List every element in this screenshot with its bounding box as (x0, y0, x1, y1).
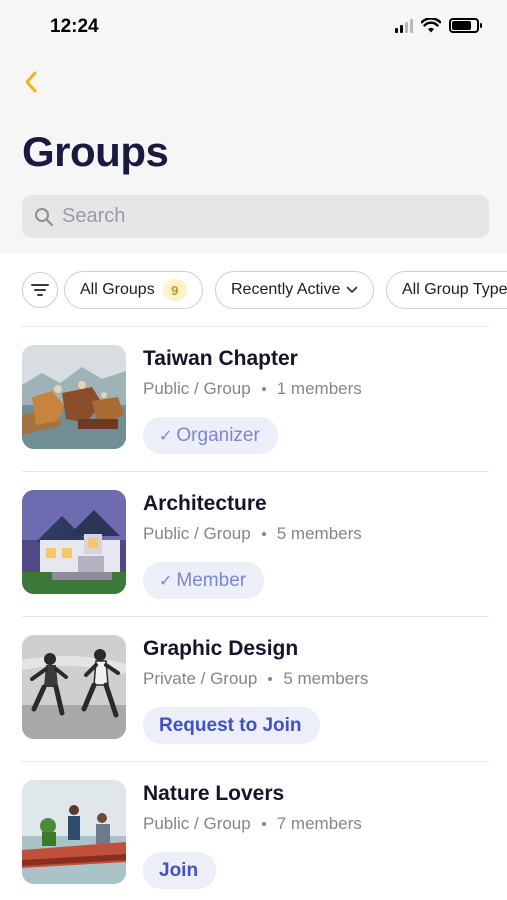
filter-icon (31, 284, 49, 296)
count-badge: 9 (162, 279, 187, 301)
group-thumbnail (22, 490, 126, 594)
cellular-signal-icon (395, 18, 413, 33)
search-input[interactable] (62, 205, 482, 228)
filter-row: All Groups 9 Recently Active All Group T… (22, 271, 507, 311)
group-visibility: Public / Group (143, 524, 251, 543)
chevron-down-icon (346, 286, 358, 294)
chip-all-group-types[interactable]: All Group Types (386, 271, 507, 309)
page-title: Groups (22, 128, 169, 175)
group-meta: Public / Group 7 members (143, 814, 362, 834)
wifi-icon (421, 18, 441, 33)
filter-button[interactable] (22, 272, 58, 308)
role-label: Organizer (176, 424, 260, 446)
divider (22, 616, 489, 617)
chip-label: Recently Active (231, 281, 341, 298)
group-thumbnail (22, 635, 126, 739)
chip-label: All Groups (80, 281, 155, 298)
group-member-count: 7 members (276, 814, 362, 833)
status-icons (395, 18, 482, 33)
group-row-nature-lovers[interactable]: Nature Lovers Public / Group 7 members J… (22, 780, 489, 900)
role-badge-organizer[interactable]: ✓ Organizer (143, 417, 278, 454)
divider (22, 471, 489, 472)
chip-label: All Group Types (402, 281, 507, 298)
group-member-count: 1 members (276, 379, 362, 398)
group-row-graphic-design[interactable]: Graphic Design Private / Group 5 members… (22, 635, 489, 760)
role-label: Member (176, 569, 247, 591)
group-visibility: Public / Group (143, 379, 251, 398)
group-name: Nature Lovers (143, 782, 285, 805)
group-visibility: Private / Group (143, 669, 258, 688)
divider (22, 326, 489, 327)
search-icon (35, 207, 54, 226)
group-thumbnail (22, 345, 126, 449)
separator-dot (261, 822, 266, 826)
request-to-join-button[interactable]: Request to Join (143, 707, 320, 744)
status-bar: 12:24 (0, 0, 507, 56)
group-thumbnail (22, 780, 126, 884)
check-icon: ✓ (159, 572, 173, 590)
group-meta: Private / Group 5 members (143, 669, 368, 689)
back-button[interactable] (16, 66, 46, 98)
separator-dot (261, 387, 266, 391)
chevron-left-icon (25, 71, 37, 93)
group-meta: Public / Group 1 members (143, 379, 362, 399)
group-name: Graphic Design (143, 637, 299, 660)
divider (22, 761, 489, 762)
join-button[interactable]: Join (143, 852, 217, 889)
search-bar[interactable] (22, 195, 489, 238)
group-name: Architecture (143, 492, 267, 515)
battery-icon (449, 18, 482, 33)
chip-all-groups[interactable]: All Groups 9 (64, 271, 203, 309)
separator-dot (268, 677, 273, 681)
check-icon: ✓ (159, 427, 173, 445)
group-visibility: Public / Group (143, 814, 251, 833)
group-row-taiwan-chapter[interactable]: Taiwan Chapter Public / Group 1 members … (22, 345, 489, 470)
group-meta: Public / Group 5 members (143, 524, 362, 544)
separator-dot (261, 532, 266, 536)
status-time: 12:24 (50, 16, 99, 37)
role-badge-member[interactable]: ✓ Member (143, 562, 265, 599)
group-member-count: 5 members (276, 524, 362, 543)
chip-recently-active[interactable]: Recently Active (215, 271, 375, 309)
group-member-count: 5 members (283, 669, 369, 688)
group-name: Taiwan Chapter (143, 347, 298, 370)
group-row-architecture[interactable]: Architecture Public / Group 5 members ✓ … (22, 490, 489, 615)
